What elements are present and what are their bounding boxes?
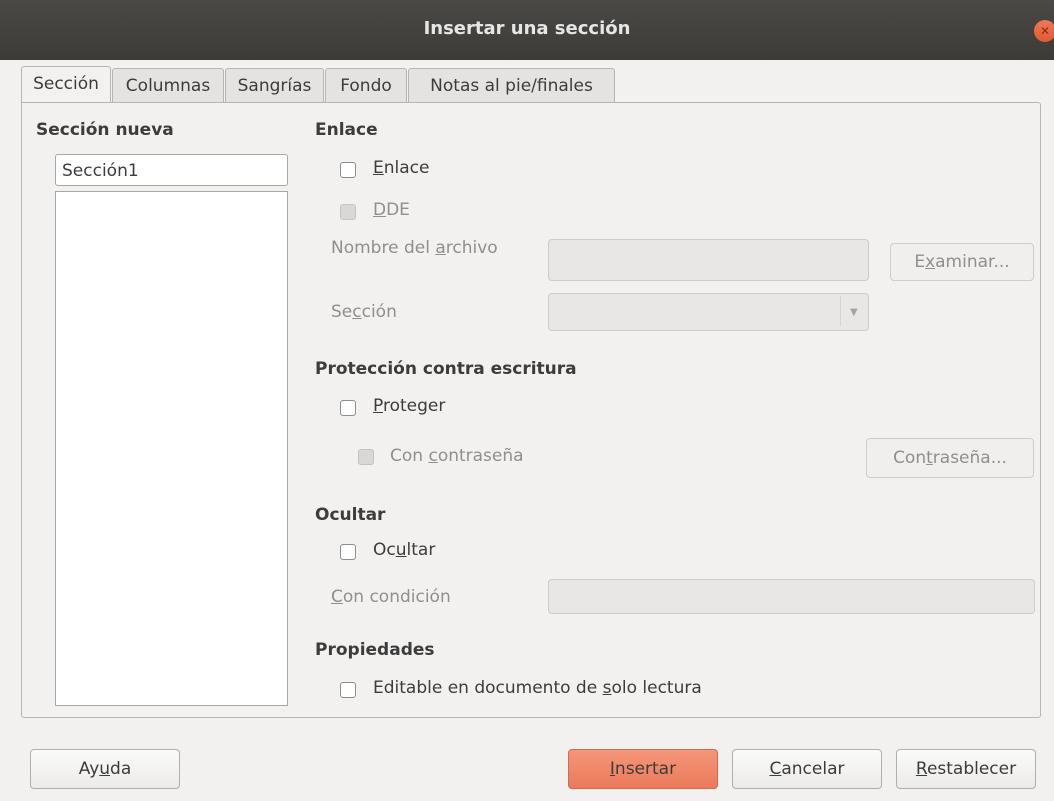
section-name-value: Sección1	[62, 161, 139, 181]
window-title: Insertar una sección	[423, 18, 631, 39]
close-icon[interactable]: ✕	[1034, 20, 1054, 42]
help-button[interactable]: Ayuda	[30, 749, 180, 789]
properties-heading: Propiedades	[315, 640, 435, 660]
hide-checkbox-label: Ocultar	[373, 540, 436, 560]
browse-button[interactable]: Examinar...	[890, 243, 1034, 281]
filename-field[interactable]	[548, 239, 869, 281]
tab-label: Notas al pie/finales	[430, 76, 593, 96]
dde-checkbox[interactable]	[340, 204, 356, 220]
editable-checkbox[interactable]	[340, 682, 356, 698]
protect-checkbox-label: Proteger	[373, 396, 446, 416]
protect-checkbox[interactable]	[340, 400, 356, 416]
new-section-heading: Sección nueva	[36, 120, 174, 140]
tab-label: Sangrías	[237, 76, 312, 96]
password-button[interactable]: Contraseña...	[866, 438, 1034, 478]
password-checkbox[interactable]	[358, 449, 374, 465]
tab-columnas[interactable]: Columnas	[112, 68, 224, 102]
condition-label: Con condición	[331, 587, 451, 607]
hide-checkbox[interactable]	[340, 544, 356, 560]
link-checkbox[interactable]	[340, 162, 356, 178]
write-protection-heading: Protección contra escritura	[315, 359, 577, 379]
insert-button[interactable]: Insertar	[568, 749, 718, 789]
tab-notas[interactable]: Notas al pie/finales	[408, 68, 615, 102]
link-checkbox-label: Enlace	[373, 158, 430, 178]
condition-field[interactable]	[548, 579, 1035, 614]
tab-seccion[interactable]: Sección	[21, 66, 111, 103]
tab-label: Sección	[33, 74, 99, 94]
hide-heading: Ocultar	[315, 505, 386, 525]
section-list[interactable]	[55, 191, 288, 706]
section-dropdown[interactable]	[548, 293, 869, 331]
tab-sangrias[interactable]: Sangrías	[225, 68, 324, 102]
editable-checkbox-label: Editable en documento de solo lectura	[373, 678, 702, 698]
tab-label: Columnas	[125, 76, 211, 96]
section-label: Sección	[331, 302, 397, 322]
chevron-down-icon[interactable]: ▼	[850, 307, 858, 318]
section-name-input[interactable]: Sección1	[55, 154, 288, 186]
dropdown-separator	[840, 296, 841, 326]
reset-button[interactable]: Restablecer	[896, 749, 1036, 789]
password-checkbox-label: Con contraseña	[390, 446, 524, 466]
dde-checkbox-label: DDE	[373, 200, 410, 220]
cancel-button[interactable]: Cancelar	[732, 749, 882, 789]
filename-label: Nombre del archivo	[331, 238, 498, 258]
link-heading: Enlace	[315, 120, 378, 140]
tab-label: Fondo	[340, 76, 392, 96]
tab-fondo[interactable]: Fondo	[325, 68, 407, 102]
title-bar: Insertar una sección ✕	[0, 0, 1054, 60]
